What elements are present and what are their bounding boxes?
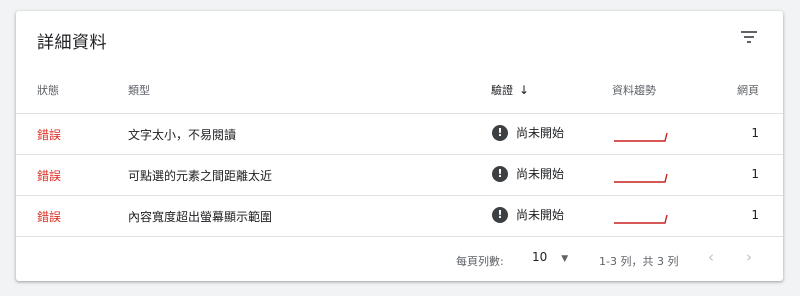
row-type: 可點選的元素之間距離太近 (128, 169, 273, 183)
row-type: 文字太小，不易閱讀 (128, 128, 237, 142)
rows-per-page-label: 每頁列數: (456, 255, 504, 268)
alert-icon: ! (492, 124, 508, 141)
row-verify-label: 尚未開始 (516, 208, 565, 222)
card-title: 詳細資料 (37, 33, 107, 53)
rows-per-page-select[interactable]: 10 ▼ (532, 250, 568, 264)
row-type: 內容寬度超出螢幕顯示範圍 (128, 210, 273, 224)
chevron-right-icon: › (746, 248, 752, 266)
row-pages: 1 (751, 126, 759, 140)
header-pages[interactable]: 網頁 (737, 82, 759, 98)
trend-sparkline (612, 124, 672, 147)
alert-icon: ! (492, 165, 508, 182)
table-row[interactable]: 錯誤 文字太小，不易閱讀 ! 尚未開始 1 (16, 114, 783, 155)
row-pages: 1 (751, 208, 759, 222)
filter-button[interactable] (737, 26, 761, 48)
header-status[interactable]: 狀態 (37, 82, 59, 98)
pagination-footer: 每頁列數: 10 ▼ 1-3 列，共 3 列 ‹ › (16, 239, 783, 279)
row-status: 錯誤 (37, 128, 62, 142)
dropdown-arrow-icon: ▼ (561, 254, 569, 264)
table-row[interactable]: 錯誤 內容寬度超出螢幕顯示範圍 ! 尚未開始 1 (16, 196, 783, 237)
row-verify: ! 尚未開始 (492, 165, 564, 182)
header-trend[interactable]: 資料趨勢 (612, 82, 656, 98)
page-range-text: 1-3 列，共 3 列 (599, 255, 679, 268)
next-page-button[interactable]: › (746, 248, 752, 266)
chevron-left-icon: ‹ (708, 248, 714, 266)
row-verify-label: 尚未開始 (516, 126, 565, 140)
trend-sparkline (612, 165, 672, 188)
row-verify: ! 尚未開始 (492, 124, 564, 141)
previous-page-button[interactable]: ‹ (708, 248, 714, 266)
row-pages: 1 (751, 167, 759, 181)
row-status: 錯誤 (37, 210, 62, 224)
header-verify-label: 驗證 (491, 84, 513, 97)
row-verify: ! 尚未開始 (492, 206, 564, 223)
table-row[interactable]: 錯誤 可點選的元素之間距離太近 ! 尚未開始 1 (16, 155, 783, 196)
rows-per-page-value: 10 (532, 250, 548, 264)
header-verify[interactable]: 驗證 ↓ (491, 82, 529, 98)
row-verify-label: 尚未開始 (516, 167, 565, 181)
details-card: 詳細資料 狀態 類型 驗證 ↓ 資料趨勢 網頁 錯誤 文字太小，不易閱讀 ! 尚未開… (16, 11, 783, 281)
row-status: 錯誤 (37, 169, 62, 183)
arrow-down-icon: ↓ (519, 83, 530, 97)
filter-list-icon (741, 31, 757, 43)
table-header: 狀態 類型 驗證 ↓ 資料趨勢 網頁 (16, 71, 783, 114)
trend-sparkline (612, 206, 672, 229)
alert-icon: ! (492, 206, 508, 223)
header-type[interactable]: 類型 (128, 82, 150, 98)
